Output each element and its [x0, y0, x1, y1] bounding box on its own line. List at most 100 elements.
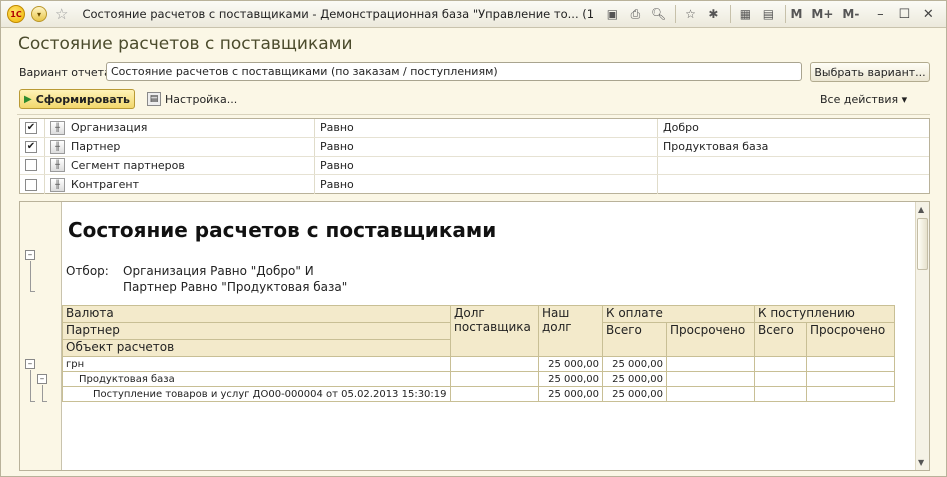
filter-condition[interactable]: Равно — [320, 140, 354, 153]
filter-checkbox[interactable] — [25, 178, 37, 191]
scroll-down-icon[interactable]: ▼ — [918, 458, 924, 467]
filter-name: Партнер — [71, 140, 121, 154]
column-divider — [314, 156, 315, 175]
minimize-icon[interactable]: – — [868, 4, 892, 24]
variant-field[interactable]: Состояние расчетов с поставщиками (по за… — [106, 62, 802, 81]
add-favorite-icon[interactable]: ☆ — [680, 4, 700, 24]
title-bar: 1С ▾ ☆ Состояние расчетов с поставщиками… — [1, 1, 946, 28]
preview-icon[interactable]: 🔍︎ — [648, 4, 668, 24]
choose-variant-button[interactable]: Выбрать вариант... — [810, 62, 930, 82]
scroll-thumb[interactable] — [917, 218, 928, 270]
filter-row[interactable]: ✔ ╫ Организация Равно Добро — [20, 119, 929, 138]
filter-row[interactable]: ╫ Контрагент Равно — [20, 175, 929, 194]
close-icon[interactable]: ✕ — [916, 4, 940, 24]
group-line — [30, 370, 31, 401]
table-row[interactable]: Продуктовая база 25 000,00 25 000,00 — [62, 371, 895, 387]
report-area[interactable]: – – – Состояние расчетов с поставщиками … — [19, 201, 930, 471]
header-supplier-debt: Долг поставщика — [450, 305, 539, 357]
cell-to-receive-overdue — [806, 356, 895, 372]
vertical-scrollbar[interactable]: ▲ ▼ — [915, 202, 929, 470]
table-row[interactable]: грн 25 000,00 25 000,00 — [62, 356, 895, 372]
cell-our-debt: 25 000,00 — [538, 386, 603, 402]
save-icon[interactable]: ▣ — [602, 4, 622, 24]
cell-to-receive-total — [754, 371, 807, 387]
print-icon[interactable]: ⎙ — [625, 4, 645, 24]
cell-supplier-debt — [450, 386, 539, 402]
collapse-header-icon[interactable]: – — [25, 250, 35, 260]
header-to-receive-overdue: Просрочено — [806, 322, 895, 357]
cell-to-pay-total: 25 000,00 — [602, 386, 667, 402]
memory-m-minus-button[interactable]: M- — [842, 7, 859, 21]
group-line — [42, 401, 47, 402]
all-actions-menu[interactable]: Все действия ▾ — [820, 93, 907, 106]
header-partner: Партнер — [62, 322, 451, 340]
filter-checkbox[interactable] — [25, 159, 37, 172]
cell-to-receive-overdue — [806, 371, 895, 387]
play-icon: ▶ — [24, 93, 32, 105]
grouping-gutter: – – – — [20, 202, 62, 470]
column-divider — [44, 175, 45, 194]
collapse-currency-icon[interactable]: – — [25, 359, 35, 369]
header-settlement-object: Объект расчетов — [62, 339, 451, 357]
divider — [17, 114, 930, 115]
filter-summary-label: Отбор: — [66, 264, 109, 278]
generate-button[interactable]: ▶ Сформировать — [19, 89, 135, 109]
column-divider — [657, 156, 658, 175]
toolbar-separator — [730, 5, 732, 23]
filter-summary-line: Партнер Равно "Продуктовая база" — [123, 280, 348, 294]
app-logo-icon[interactable]: 1С — [7, 5, 25, 23]
favorites-star-icon[interactable]: ☆ — [55, 5, 68, 23]
toolbar-separator — [675, 5, 677, 23]
cell-our-debt: 25 000,00 — [538, 371, 603, 387]
cell-to-pay-total: 25 000,00 — [602, 371, 667, 387]
calculator-icon[interactable]: ▦ — [735, 4, 755, 24]
form-title: Состояние расчетов с поставщиками — [18, 34, 353, 54]
filter-condition[interactable]: Равно — [320, 178, 354, 191]
cell-to-pay-overdue — [666, 386, 755, 402]
cell-our-debt: 25 000,00 — [538, 356, 603, 372]
filter-condition[interactable]: Равно — [320, 159, 354, 172]
generate-button-label: Сформировать — [35, 92, 130, 106]
filter-field-icon: ╫ — [50, 139, 65, 154]
cell-to-receive-overdue — [806, 386, 895, 402]
filter-name: Организация — [71, 121, 148, 135]
column-divider — [44, 119, 45, 137]
filter-row[interactable]: ╫ Сегмент партнеров Равно — [20, 156, 929, 176]
memory-m-plus-button[interactable]: M+ — [811, 7, 833, 21]
toolbar-separator — [785, 5, 787, 23]
group-line — [30, 401, 35, 402]
table-row[interactable]: Поступление товаров и услуг ДО00-000004 … — [62, 386, 895, 402]
filter-checkbox[interactable]: ✔ — [25, 140, 37, 153]
variant-label: Вариант отчета: — [19, 66, 115, 79]
filter-name: Сегмент партнеров — [71, 158, 185, 172]
calendar-icon[interactable]: ▤ — [758, 4, 778, 24]
column-divider — [657, 137, 658, 156]
cell-to-pay-total: 25 000,00 — [602, 356, 667, 372]
header-to-pay: К оплате — [602, 305, 755, 323]
header-to-pay-total: Всего — [602, 322, 667, 357]
memory-m-button[interactable]: M — [790, 7, 802, 21]
column-divider — [314, 137, 315, 156]
cell-to-receive-total — [754, 356, 807, 372]
filter-row[interactable]: ✔ ╫ Партнер Равно Продуктовая база — [20, 137, 929, 157]
settings-button[interactable]: ▤ Настройка... — [147, 92, 237, 106]
cell-to-receive-total — [754, 386, 807, 402]
filter-value[interactable]: Добро — [663, 121, 699, 134]
scroll-up-icon[interactable]: ▲ — [918, 205, 924, 214]
main-menu-icon[interactable]: ▾ — [31, 6, 47, 22]
header-to-pay-overdue: Просрочено — [666, 322, 755, 357]
collapse-partner-icon[interactable]: – — [37, 374, 47, 384]
maximize-icon[interactable]: ☐ — [892, 4, 916, 24]
filter-condition[interactable]: Равно — [320, 121, 354, 134]
cell-supplier-debt — [450, 371, 539, 387]
filter-value[interactable]: Продуктовая база — [663, 140, 768, 153]
report-table: Валюта Долг поставщика Наш долг К оплате… — [62, 305, 895, 402]
column-divider — [657, 175, 658, 194]
settings-button-label: Настройка... — [165, 92, 238, 106]
filter-checkbox[interactable]: ✔ — [25, 121, 37, 134]
group-line — [42, 385, 43, 401]
settings-icon: ▤ — [147, 92, 161, 106]
history-icon[interactable]: ✱ — [703, 4, 723, 24]
report-title: Состояние расчетов с поставщиками — [68, 218, 497, 242]
row-settlement-document[interactable]: Поступление товаров и услуг ДО00-000004 … — [62, 386, 451, 402]
